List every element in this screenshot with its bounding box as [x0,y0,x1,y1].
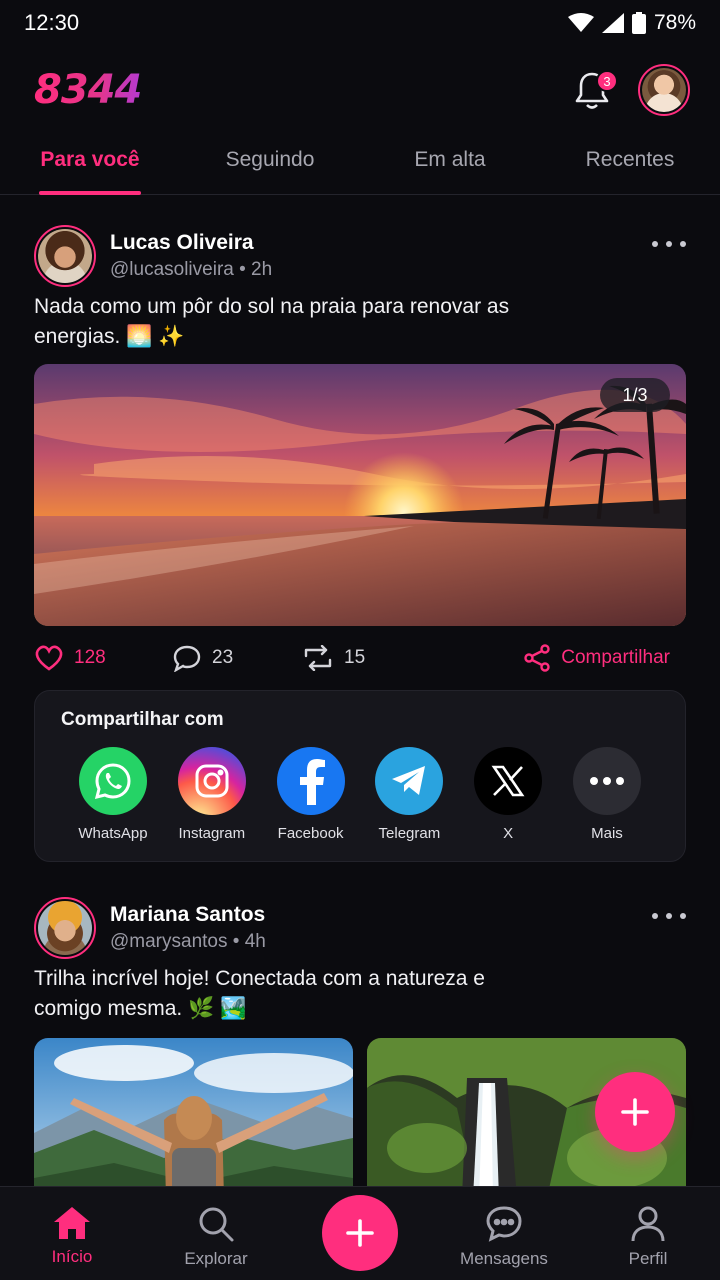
author-avatar[interactable] [34,225,96,287]
share-facebook[interactable]: Facebook [267,747,355,842]
status-time: 12:30 [24,10,80,35]
share-x[interactable]: X [464,747,552,842]
author-meta: @lucasoliveira • 2h [110,259,273,280]
repost-icon [304,645,332,671]
author-avatar[interactable] [34,897,96,959]
create-post-fab[interactable] [595,1072,675,1152]
comment-button[interactable]: 23 [172,644,233,672]
nav-inicio-label: Início [51,1247,93,1266]
author-meta: @marysantos • 4h [110,931,266,952]
repost-count: 15 [344,647,366,668]
nav-mensagens[interactable]: Mensagens [432,1187,576,1280]
media-counter: 1/3 [600,378,670,412]
share-label: Compartilhar [561,647,670,668]
share-button[interactable]: Compartilhar [523,644,670,672]
share-icon [524,644,550,672]
post-more-button[interactable] [652,906,686,926]
share-facebook-label: Facebook [277,825,344,842]
nav-create[interactable] [288,1187,432,1280]
nav-inicio[interactable]: Início [0,1187,144,1280]
share-x-label: X [503,825,514,842]
whatsapp-icon [79,747,147,815]
notifications-button[interactable]: 3 [572,68,618,112]
my-avatar[interactable] [638,64,690,116]
post-card: Lucas Oliveira @lucasoliveira • 2h Nada … [0,224,720,862]
app-header: 8344 3 [0,56,720,124]
share-panel: Compartilhar com WhatsApp Instagram Face… [34,690,686,862]
notifications-badge: 3 [596,70,618,92]
bottom-nav: Início Explorar Mensagens Perfil [0,1186,720,1280]
search-icon [199,1207,234,1242]
share-instagram[interactable]: Instagram [168,747,256,842]
author-name[interactable]: Mariana Santos [110,901,266,929]
nav-explorar-label: Explorar [184,1249,248,1268]
share-telegram-label: Telegram [378,825,441,842]
signal-icon [601,13,624,33]
telegram-icon [375,747,444,815]
tab-para-voce[interactable]: Para você [0,134,180,195]
instagram-icon [177,747,246,815]
share-more-label: Mais [591,825,623,842]
nav-perfil-label: Perfil [628,1249,668,1268]
tab-em-alta[interactable]: Em alta [360,134,540,194]
post-more-button[interactable] [652,234,686,254]
like-button[interactable]: 128 [34,644,106,672]
messages-icon [486,1206,522,1242]
share-instagram-label: Instagram [178,825,246,842]
app-logo[interactable]: 8344 [34,67,142,113]
share-telegram[interactable]: Telegram [365,747,453,842]
nav-perfil[interactable]: Perfil [576,1187,720,1280]
battery-level: 78% [653,11,696,34]
battery-icon [631,12,646,34]
mountain-hiker-image [34,1038,353,1186]
nav-explorar[interactable]: Explorar [144,1187,288,1280]
post-image-mountain[interactable] [34,1038,353,1186]
post-text: Trilha incrível hoje! Conectada com a na… [34,967,485,1020]
x-icon [474,747,543,815]
share-more[interactable]: Mais [563,747,651,842]
nav-mensagens-label: Mensagens [460,1249,548,1268]
comment-icon [173,645,201,672]
wifi-icon [567,13,594,32]
heart-icon [35,645,63,671]
share-panel-title: Compartilhar com [61,709,224,730]
facebook-icon [276,747,345,815]
comment-count: 23 [212,647,234,668]
home-icon [54,1207,90,1239]
status-indicators: 78% [567,11,696,35]
more-icon [572,747,641,815]
post-image-sunset[interactable]: 1/3 [34,364,686,626]
sunset-beach-image [34,364,686,626]
post-actions: 128 23 15 Compartilhar [34,626,686,690]
share-whatsapp-label: WhatsApp [78,825,148,842]
post-text: Nada como um pôr do sol na praia para re… [34,295,510,348]
plus-icon [346,1218,374,1247]
like-count: 128 [74,647,106,668]
status-bar: 12:30 78% [0,0,720,46]
author-name[interactable]: Lucas Oliveira [110,229,272,257]
tab-recentes[interactable]: Recentes [540,134,720,194]
share-whatsapp[interactable]: WhatsApp [69,747,157,842]
profile-icon [631,1206,665,1242]
plus-icon [621,1098,649,1126]
feed-tabs: Para você Seguindo Em alta Recentes [0,134,720,195]
tab-seguindo[interactable]: Seguindo [180,134,360,194]
repost-button[interactable]: 15 [302,645,365,671]
feed[interactable]: Lucas Oliveira @lucasoliveira • 2h Nada … [0,196,720,1186]
